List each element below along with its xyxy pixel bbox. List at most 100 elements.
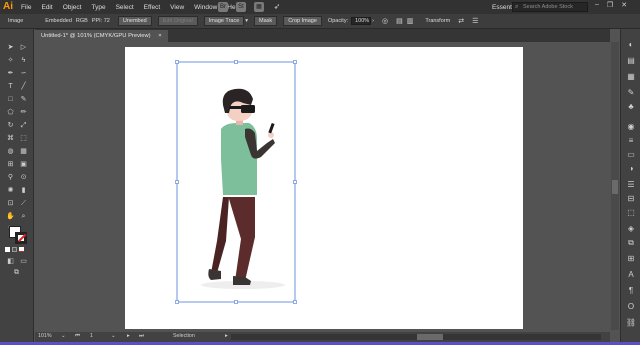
pathfinder-panel-icon[interactable]: ⊞	[625, 253, 637, 264]
vertical-scroll-thumb[interactable]	[612, 180, 618, 194]
line-segment-tool-icon[interactable]: ╱	[18, 82, 29, 91]
minimize-button[interactable]: –	[595, 1, 599, 9]
close-tab-button[interactable]: ×	[158, 33, 161, 39]
perspective-grid-tool-icon[interactable]: ▦	[18, 147, 29, 156]
zoom-tool-icon[interactable]: ⌕	[18, 212, 29, 221]
scale-tool-icon[interactable]: ⤢	[18, 121, 29, 130]
unembed-button[interactable]: Unembed	[117, 16, 152, 26]
transform-options-icon[interactable]: ⇄	[458, 17, 464, 25]
hand-tool-icon[interactable]: ✋	[5, 212, 16, 221]
menu-type[interactable]: Type	[86, 4, 110, 11]
stock-icon[interactable]: St	[236, 2, 246, 12]
gradient-mode-icon[interactable]	[12, 247, 17, 252]
links-panel-icon[interactable]: ⛓	[625, 317, 637, 328]
rotate-tool-icon[interactable]: ↻	[5, 121, 16, 130]
gradient-tool-icon[interactable]: ▣	[18, 160, 29, 169]
restore-button[interactable]: ❐	[607, 1, 613, 9]
draw-mode-icon[interactable]: ◧	[5, 257, 16, 266]
horizontal-scrollbar[interactable]	[231, 334, 601, 340]
crop-image-button[interactable]: Crop Image	[283, 16, 322, 26]
horizontal-scroll-thumb[interactable]	[417, 334, 443, 340]
panel-menu-icon[interactable]: ☰	[472, 17, 478, 25]
slice-tool-icon[interactable]: ⟋	[18, 199, 29, 208]
opacity-input[interactable]: 100%	[351, 17, 372, 25]
edit-toolbar-icon[interactable]: ⧉	[11, 268, 22, 277]
color-mode-icon[interactable]	[5, 247, 10, 252]
artboard-dropdown-icon[interactable]: ⌄	[111, 333, 115, 339]
zoom-level[interactable]: 101%	[38, 333, 52, 339]
paintbrush-tool-icon[interactable]: ✎	[18, 95, 29, 104]
shape-builder-tool-icon[interactable]: ◍	[5, 147, 16, 156]
layers-panel-icon[interactable]: ◈	[625, 223, 637, 234]
image-trace-dropdown-icon[interactable]: ▾	[245, 18, 248, 24]
distribute-icon[interactable]: ▥	[407, 17, 414, 25]
screen-mode-icon[interactable]: ▭	[18, 257, 29, 266]
transform-label[interactable]: Transform	[425, 18, 450, 24]
bridge-icon[interactable]: Br	[218, 2, 228, 12]
none-mode-icon[interactable]	[19, 247, 24, 252]
eyedropper-tool-icon[interactable]: ⚲	[5, 173, 16, 182]
menu-edit[interactable]: Edit	[36, 4, 57, 11]
mask-button[interactable]: Mask	[254, 16, 278, 26]
transparency-panel-icon[interactable]: ◑	[625, 163, 637, 174]
recolor-icon[interactable]: ◎	[382, 17, 388, 25]
image-trace-button[interactable]: Image Trace	[203, 16, 245, 26]
opentype-panel-icon[interactable]: O	[625, 301, 637, 312]
zoom-dropdown-icon[interactable]: ⌄	[61, 333, 65, 339]
type-tool-icon[interactable]: T	[5, 82, 16, 91]
artboards-panel-icon[interactable]: ⧉	[625, 237, 637, 248]
magic-wand-tool-icon[interactable]: ✧	[5, 56, 16, 65]
arrange-documents-icon[interactable]: ▦	[254, 2, 264, 12]
swatches-panel-icon[interactable]: ▦	[625, 71, 637, 82]
edit-original-button[interactable]: Edit Original	[157, 16, 198, 26]
menu-effect[interactable]: Effect	[139, 4, 166, 11]
vertical-scrollbar[interactable]	[611, 42, 619, 330]
shaper-tool-icon[interactable]: ⬠	[5, 108, 16, 117]
artboard[interactable]	[125, 47, 523, 329]
handle-top-middle	[234, 60, 238, 64]
symbols-panel-icon[interactable]: ♣	[625, 101, 637, 112]
align-panel-icon[interactable]: ⊟	[625, 193, 637, 204]
color-guide-icon[interactable]: ▤	[625, 55, 637, 66]
artboard-number[interactable]: 1	[90, 333, 93, 339]
paragraph-panel-icon[interactable]: ¶	[625, 285, 637, 296]
brushes-panel-icon[interactable]: ✎	[625, 87, 637, 98]
gradient-panel-icon[interactable]: ▭	[625, 149, 637, 160]
sync-icon[interactable]: ➶	[272, 2, 282, 12]
direct-selection-tool-icon[interactable]: ▷	[18, 43, 29, 52]
first-artboard-icon[interactable]: ⏮	[75, 333, 80, 340]
stroke-panel-icon[interactable]: ≡	[625, 135, 637, 146]
artboard-tool-icon[interactable]: ⊡	[5, 199, 16, 208]
lasso-tool-icon[interactable]: ϟ	[18, 56, 29, 65]
appearance-panel-icon[interactable]: ☰	[625, 179, 637, 190]
last-artboard-icon[interactable]: ⏭	[139, 333, 144, 340]
blend-tool-icon[interactable]: ⊙	[18, 173, 29, 182]
character-panel-icon[interactable]: A	[625, 269, 637, 280]
placed-image-illustration[interactable]	[125, 47, 523, 329]
align-icon[interactable]: ▤	[396, 17, 403, 25]
close-window-button[interactable]: ✕	[621, 1, 627, 9]
status-menu-icon[interactable]: ▸	[225, 333, 228, 339]
transform-panel-icon[interactable]: ⬚	[625, 207, 637, 218]
document-tab[interactable]: Untitled-1* @ 101% (CMYK/GPU Preview) ×	[35, 30, 168, 42]
symbol-sprayer-tool-icon[interactable]: ✺	[5, 186, 16, 195]
opacity-dropdown-icon[interactable]: ›	[372, 18, 374, 24]
selection-tool-icon[interactable]: ➤	[5, 43, 16, 52]
color-panel-icon[interactable]: ◐	[625, 39, 637, 50]
pencil-tool-icon[interactable]: ✏	[18, 108, 29, 117]
search-adobe-stock-input[interactable]: ⌕ Search Adobe Stock	[512, 2, 588, 12]
menu-view[interactable]: View	[165, 4, 189, 11]
menu-select[interactable]: Select	[111, 4, 139, 11]
curvature-tool-icon[interactable]: ∽	[18, 69, 29, 78]
graphic-styles-icon[interactable]: ◉	[625, 121, 637, 132]
column-graph-tool-icon[interactable]: ▮	[18, 186, 29, 195]
pen-tool-icon[interactable]: ✒	[5, 69, 16, 78]
menu-object[interactable]: Object	[58, 4, 87, 11]
free-transform-tool-icon[interactable]: ⬚	[18, 134, 29, 143]
menu-file[interactable]: File	[16, 4, 36, 11]
next-artboard-icon[interactable]: ▸	[127, 333, 130, 339]
rectangle-tool-icon[interactable]: □	[5, 95, 16, 104]
mesh-tool-icon[interactable]: ⊞	[5, 160, 16, 169]
width-tool-icon[interactable]: ⌘	[5, 134, 16, 143]
stroke-swatch[interactable]	[15, 232, 27, 244]
